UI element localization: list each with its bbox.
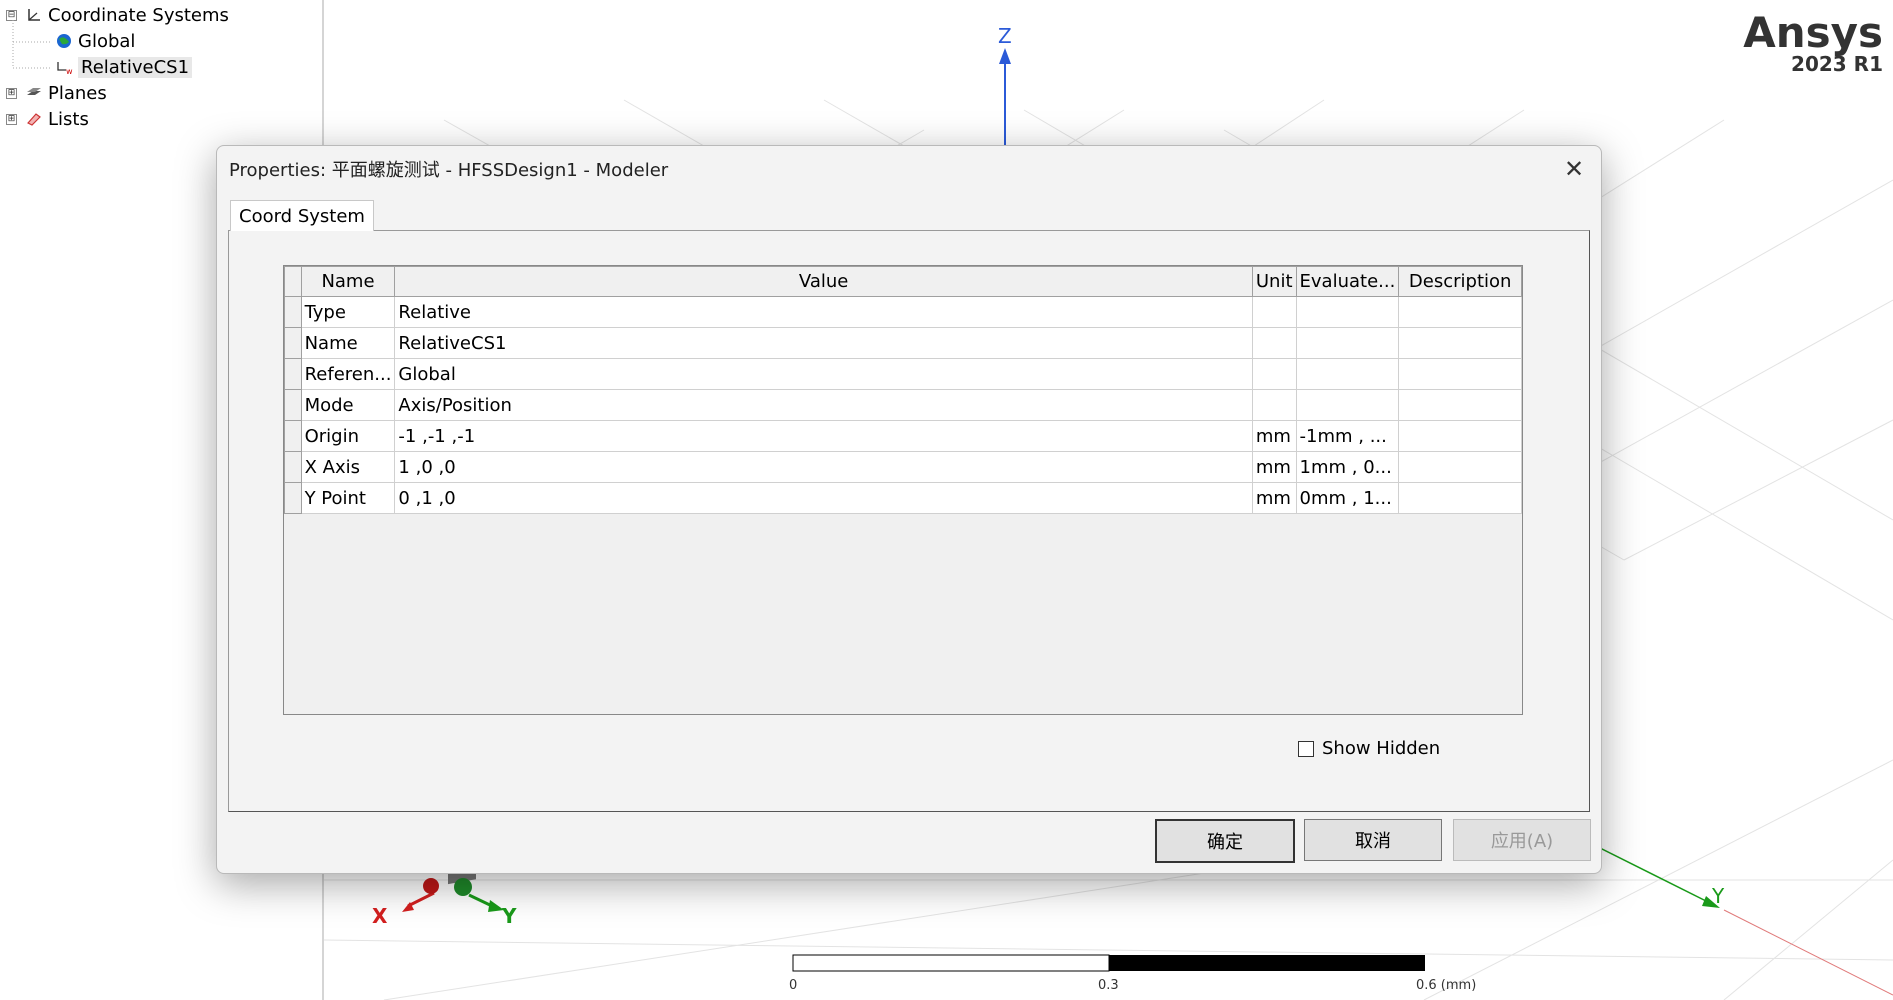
table-row[interactable]: Name RelativeCS1 [284, 327, 1522, 359]
table-row[interactable]: Referen... Global [284, 358, 1522, 390]
table-row[interactable]: Mode Axis/Position [284, 389, 1522, 421]
scale-label-0-6: 0.6 (mm) [1416, 978, 1477, 993]
cell-unit[interactable] [1251, 296, 1297, 328]
column-header-value[interactable]: Value [394, 266, 1253, 297]
cell-evaluated[interactable]: -1mm , ... [1295, 420, 1400, 452]
row-header[interactable] [284, 482, 302, 514]
cell-unit[interactable] [1251, 358, 1297, 390]
cell-evaluated[interactable]: 0mm , 1... [1295, 482, 1400, 514]
apply-button[interactable]: 应用(A) [1453, 819, 1591, 861]
brand-version: 2023 R1 [1791, 52, 1883, 76]
properties-grid: Name Value Unit Evaluate... Description … [283, 265, 1523, 715]
table-row[interactable]: Type Relative [284, 296, 1522, 328]
cell-value[interactable]: Global [394, 358, 1253, 390]
cell-value[interactable]: RelativeCS1 [394, 327, 1253, 359]
table-row[interactable]: X Axis 1 ,0 ,0 mm 1mm , 0... [284, 451, 1522, 483]
relative-cs-icon: w [54, 57, 74, 77]
cell-description[interactable] [1398, 389, 1522, 421]
axis-label-y: Y [502, 904, 517, 928]
column-header-name[interactable]: Name [300, 266, 396, 297]
cell-value[interactable]: 1 ,0 ,0 [394, 451, 1253, 483]
cell-description[interactable] [1398, 451, 1522, 483]
column-header-description[interactable]: Description [1398, 266, 1522, 297]
cell-unit[interactable]: mm [1251, 482, 1297, 514]
table-row[interactable]: Origin -1 ,-1 ,-1 mm -1mm , ... [284, 420, 1522, 452]
row-header[interactable] [284, 296, 302, 328]
table-header-row: Name Value Unit Evaluate... Description [284, 266, 1522, 297]
checkbox-box[interactable] [1298, 740, 1314, 757]
ansys-brand: Ansys 2023 R1 [1743, 8, 1883, 76]
cell-name[interactable]: X Axis [300, 451, 396, 483]
cell-value[interactable]: 0 ,1 ,0 [394, 482, 1253, 514]
axis-label-x: X [372, 904, 388, 928]
row-header[interactable] [284, 451, 302, 483]
lists-icon [24, 109, 44, 129]
planes-icon [24, 83, 44, 103]
table-row[interactable]: Y Point 0 ,1 ,0 mm 0mm , 1... [284, 482, 1522, 514]
cell-name[interactable]: Name [300, 327, 396, 359]
properties-table: Name Value Unit Evaluate... Description … [284, 266, 1522, 514]
row-header[interactable] [284, 389, 302, 421]
tree-item-coordinate-systems[interactable]: Coordinate Systems [24, 2, 229, 28]
row-header[interactable] [284, 327, 302, 359]
cancel-button[interactable]: 取消 [1304, 819, 1442, 861]
tree-item-lists[interactable]: Lists [24, 106, 89, 132]
tree-item-label: Global [78, 30, 136, 52]
expand-icon[interactable]: ⊞ [6, 88, 17, 99]
tree-item-label: Coordinate Systems [48, 4, 229, 26]
tree-item-label: Planes [48, 82, 107, 104]
cell-name[interactable]: Mode [300, 389, 396, 421]
tab-coord-system[interactable]: Coord System [230, 200, 374, 231]
tree-item-relativecs1[interactable]: w RelativeCS1 [54, 54, 193, 80]
tree-item-label: Lists [48, 108, 89, 130]
tree-item-label: RelativeCS1 [78, 56, 193, 78]
properties-dialog: Properties: 平面螺旋测试 - HFSSDesign1 - Model… [216, 145, 1602, 874]
cell-evaluated[interactable]: 1mm , 0... [1295, 451, 1400, 483]
row-header[interactable] [284, 358, 302, 390]
row-header[interactable] [284, 420, 302, 452]
cell-unit[interactable]: mm [1251, 451, 1297, 483]
axis-label-z: Z [998, 24, 1012, 48]
cell-evaluated[interactable] [1295, 296, 1400, 328]
dialog-title: Properties: 平面螺旋测试 - HFSSDesign1 - Model… [229, 160, 669, 181]
ok-button[interactable]: 确定 [1155, 819, 1295, 863]
cell-description[interactable] [1398, 296, 1522, 328]
cell-unit[interactable] [1251, 389, 1297, 421]
row-header-corner [284, 266, 302, 297]
cell-unit[interactable] [1251, 327, 1297, 359]
cell-name[interactable]: Type [300, 296, 396, 328]
cell-name[interactable]: Origin [300, 420, 396, 452]
svg-text:w: w [66, 67, 73, 75]
cell-description[interactable] [1398, 482, 1522, 514]
cell-evaluated[interactable] [1295, 327, 1400, 359]
axis-label-y-far: Y [1712, 884, 1725, 908]
cell-name[interactable]: Y Point [300, 482, 396, 514]
cell-value[interactable]: Relative [394, 296, 1253, 328]
column-header-unit[interactable]: Unit [1251, 266, 1297, 297]
tree-item-planes[interactable]: Planes [24, 80, 107, 106]
cell-description[interactable] [1398, 358, 1522, 390]
cell-description[interactable] [1398, 420, 1522, 452]
show-hidden-label: Show Hidden [1322, 738, 1441, 759]
globe-icon [54, 31, 74, 51]
cell-evaluated[interactable] [1295, 358, 1400, 390]
scale-label-0: 0 [789, 978, 798, 993]
tree-connector [12, 20, 50, 69]
expand-icon[interactable]: ⊞ [6, 114, 17, 125]
cell-value[interactable]: -1 ,-1 ,-1 [394, 420, 1253, 452]
column-header-evaluated[interactable]: Evaluate... [1295, 266, 1400, 297]
cell-description[interactable] [1398, 327, 1522, 359]
cell-name[interactable]: Referen... [300, 358, 396, 390]
show-hidden-checkbox[interactable]: Show Hidden [1298, 738, 1440, 759]
brand-name: Ansys [1743, 8, 1883, 57]
tree-item-global[interactable]: Global [54, 28, 135, 54]
cell-value[interactable]: Axis/Position [394, 389, 1253, 421]
cell-evaluated[interactable] [1295, 389, 1400, 421]
close-icon[interactable]: ✕ [1559, 154, 1589, 184]
scale-label-0-3: 0.3 [1098, 978, 1119, 993]
cell-unit[interactable]: mm [1251, 420, 1297, 452]
